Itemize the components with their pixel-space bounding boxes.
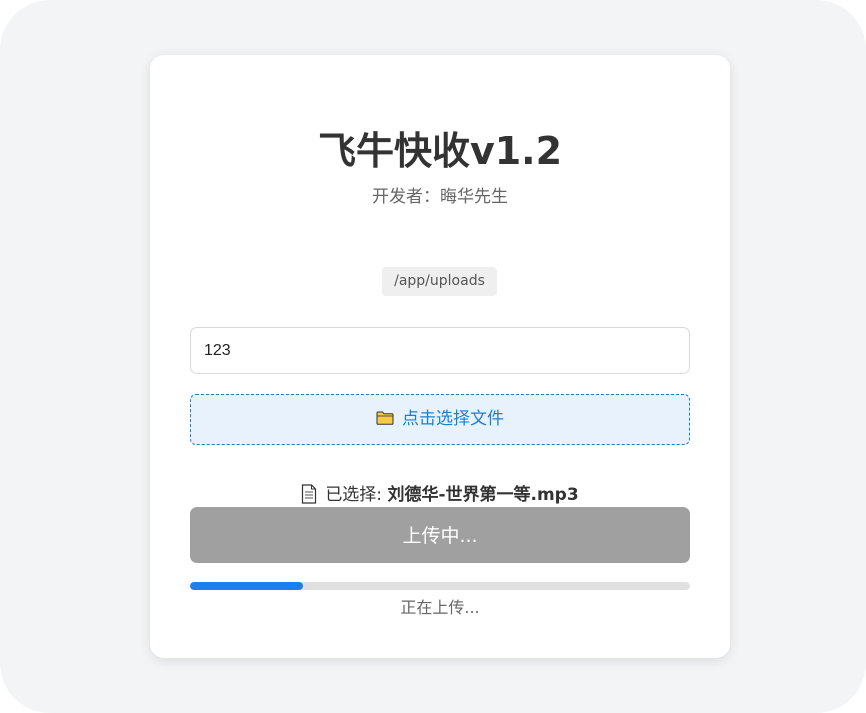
progress-bar bbox=[190, 582, 690, 590]
name-input[interactable] bbox=[190, 327, 690, 374]
selected-file-line: 已选择: 刘德华-世界第一等.mp3 bbox=[150, 483, 730, 507]
upload-status: 正在上传... bbox=[400, 598, 480, 617]
upload-button[interactable]: 上传中... bbox=[190, 507, 690, 563]
page-background: 飞牛快收v1.2 开发者：晦华先生 /app/uploads 点击选择文件 已选… bbox=[0, 0, 866, 713]
folder-icon bbox=[376, 411, 394, 425]
file-picker-label: 点击选择文件 bbox=[402, 409, 504, 429]
selected-filename: 刘德华-世界第一等.mp3 bbox=[387, 485, 579, 505]
app-title: 飞牛快收v1.2 bbox=[317, 129, 563, 173]
file-picker-button[interactable]: 点击选择文件 bbox=[190, 394, 690, 445]
selected-prefix: 已选择: bbox=[325, 485, 388, 505]
progress-fill bbox=[190, 582, 303, 590]
upload-path-badge: /app/uploads bbox=[382, 267, 497, 296]
document-icon bbox=[302, 484, 317, 504]
developer-credit: 开发者：晦华先生 bbox=[372, 187, 508, 207]
upload-card: 飞牛快收v1.2 开发者：晦华先生 /app/uploads 点击选择文件 已选… bbox=[150, 55, 730, 658]
